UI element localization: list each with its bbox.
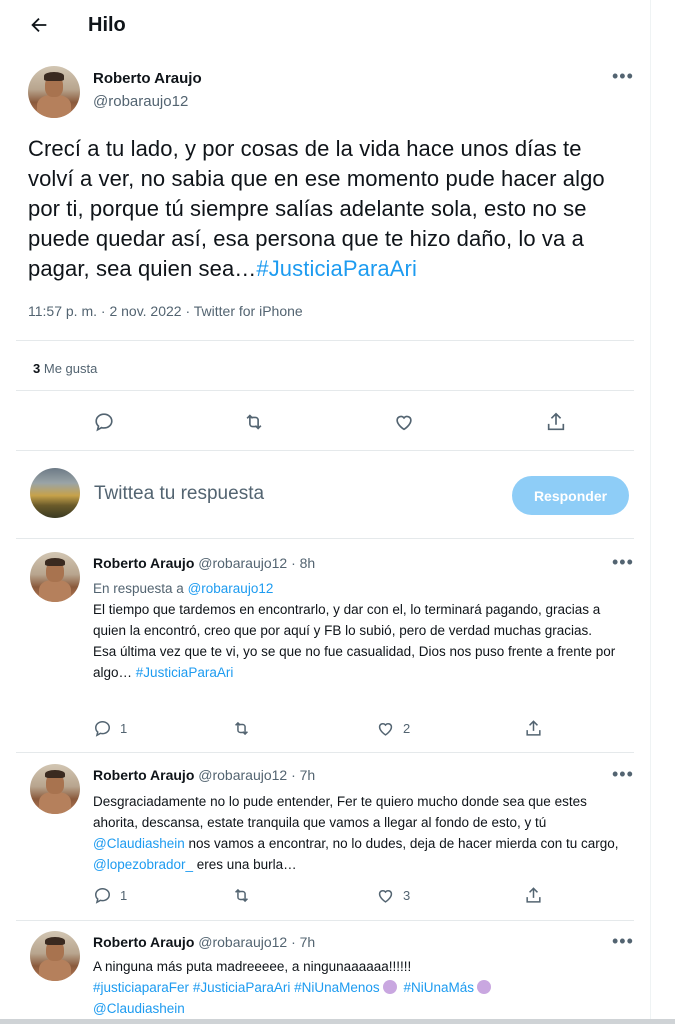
reply-icon xyxy=(95,721,110,737)
retweet-icon xyxy=(246,414,262,430)
hashtag-link[interactable]: #justiciaparaFer xyxy=(93,980,189,995)
reply-count: 1 xyxy=(120,721,128,736)
hashtag-link[interactable]: #NiUnaMenos xyxy=(294,980,380,995)
reply-header: Roberto Araujo @robaraujo12 · 7h xyxy=(93,934,315,950)
reply-input[interactable]: Twittea tu respuesta xyxy=(94,483,264,505)
hashtag-link[interactable]: #JusticiaParaAri xyxy=(256,256,417,281)
like-button[interactable]: 2 xyxy=(376,719,410,738)
like-button[interactable]: 3 xyxy=(376,886,410,905)
divider xyxy=(16,920,634,921)
mention-link[interactable]: @Claudiashein xyxy=(93,836,185,851)
author-name[interactable]: Roberto Araujo xyxy=(93,934,194,950)
author-handle[interactable]: @robaraujo12 xyxy=(198,555,287,571)
more-icon[interactable]: ••• xyxy=(612,932,636,950)
like-icon xyxy=(378,723,393,736)
ribbon-emoji-icon xyxy=(382,980,397,994)
retweet-button[interactable] xyxy=(243,411,265,433)
reply-body: Desgraciadamente no lo pude entender, Fe… xyxy=(93,791,633,875)
reply-icon xyxy=(95,413,113,432)
reply-action-bar: 1 3 xyxy=(0,886,650,910)
author-handle[interactable]: @robaraujo12 xyxy=(93,93,188,110)
reply-action-bar: 1 2 xyxy=(0,719,650,743)
ribbon-emoji-icon xyxy=(476,980,491,994)
likes-label: Me gusta xyxy=(43,361,98,376)
author-handle[interactable]: @robaraujo12 xyxy=(198,934,287,950)
retweet-icon xyxy=(235,721,248,736)
retweet-button[interactable] xyxy=(232,719,251,738)
main-action-bar xyxy=(0,411,650,435)
divider xyxy=(16,450,634,451)
reply-text: Desgraciadamente no lo pude entender, Fe… xyxy=(93,794,587,830)
mention-link[interactable]: @Claudiashein xyxy=(93,998,633,1019)
divider xyxy=(16,752,634,753)
reply-body: A ninguna más puta madreeeee, a ningunaa… xyxy=(93,956,633,1019)
share-icon xyxy=(526,887,541,903)
avatar[interactable] xyxy=(30,931,80,981)
like-count: 3 xyxy=(403,888,411,903)
reply-submit-button[interactable]: Responder xyxy=(512,476,629,515)
reply-text: El tiempo que tardemos en encontrarlo, y… xyxy=(93,602,601,638)
author-handle[interactable]: @robaraujo12 xyxy=(198,767,287,783)
hashtag-link[interactable]: #JusticiaParaAri xyxy=(136,665,234,680)
author-name[interactable]: Roberto Araujo xyxy=(93,555,194,571)
more-icon[interactable]: ••• xyxy=(612,67,636,85)
retweet-button[interactable] xyxy=(232,886,251,905)
divider xyxy=(16,390,634,391)
likes-count: 3 xyxy=(33,361,41,376)
avatar[interactable] xyxy=(28,66,80,118)
reply-to-mention[interactable]: @robaraujo12 xyxy=(188,581,274,596)
back-arrow-icon[interactable] xyxy=(28,14,50,36)
like-button[interactable] xyxy=(393,411,415,433)
likes-summary[interactable]: 3 Me gusta xyxy=(33,361,97,376)
reply-button[interactable]: 1 xyxy=(93,886,127,905)
more-icon[interactable]: ••• xyxy=(612,553,636,571)
reply-button[interactable]: 1 xyxy=(93,719,127,738)
author-name[interactable]: Roberto Araujo xyxy=(93,70,202,87)
share-button[interactable] xyxy=(524,719,543,738)
top-header: Hilo xyxy=(0,0,650,52)
tweet-timestamp[interactable]: 11:57 p. m. · 2 nov. 2022 · Twitter for … xyxy=(28,303,303,319)
reply-header: Roberto Araujo @robaraujo12 · 8h xyxy=(93,555,315,571)
hashtag-link[interactable]: #JusticiaParaAri xyxy=(193,980,291,995)
user-avatar[interactable] xyxy=(30,468,80,518)
like-icon xyxy=(396,415,412,431)
reply-to-label: En respuesta a xyxy=(93,581,184,596)
reply-body: En respuesta a @robaraujo12 El tiempo qu… xyxy=(93,578,633,683)
avatar[interactable] xyxy=(30,764,80,814)
share-icon xyxy=(547,412,565,431)
reply-header: Roberto Araujo @robaraujo12 · 7h xyxy=(93,767,315,783)
reply-time[interactable]: · 7h xyxy=(291,934,315,950)
bottom-edge xyxy=(0,1019,675,1024)
tweet-text: Crecí a tu lado, y por cosas de la vida … xyxy=(28,134,633,284)
divider xyxy=(16,538,634,539)
more-icon[interactable]: ••• xyxy=(612,765,636,783)
hashtag-link[interactable]: #NiUnaMás xyxy=(403,980,474,995)
share-button[interactable] xyxy=(524,886,543,905)
reply-text: eres una burla… xyxy=(196,857,297,872)
share-button[interactable] xyxy=(545,411,567,433)
like-icon xyxy=(378,890,393,903)
like-count: 2 xyxy=(403,721,411,736)
reply-count: 1 xyxy=(120,888,128,903)
reply-time[interactable]: · 8h xyxy=(291,555,315,571)
column-border xyxy=(650,0,651,1024)
divider xyxy=(16,340,634,341)
author-name[interactable]: Roberto Araujo xyxy=(93,767,194,783)
reply-icon xyxy=(95,888,110,904)
page-title: Hilo xyxy=(88,14,126,36)
reply-text: nos vamos a encontrar, no lo dudes, deja… xyxy=(188,836,619,851)
mention-link[interactable]: @lopezobrador_ xyxy=(93,857,193,872)
retweet-icon xyxy=(235,888,248,903)
share-icon xyxy=(526,720,541,736)
reply-time[interactable]: · 7h xyxy=(291,767,315,783)
reply-text: A ninguna más puta madreeeee, a ningunaa… xyxy=(93,959,412,974)
reply-button[interactable] xyxy=(93,411,115,433)
avatar[interactable] xyxy=(30,552,80,602)
